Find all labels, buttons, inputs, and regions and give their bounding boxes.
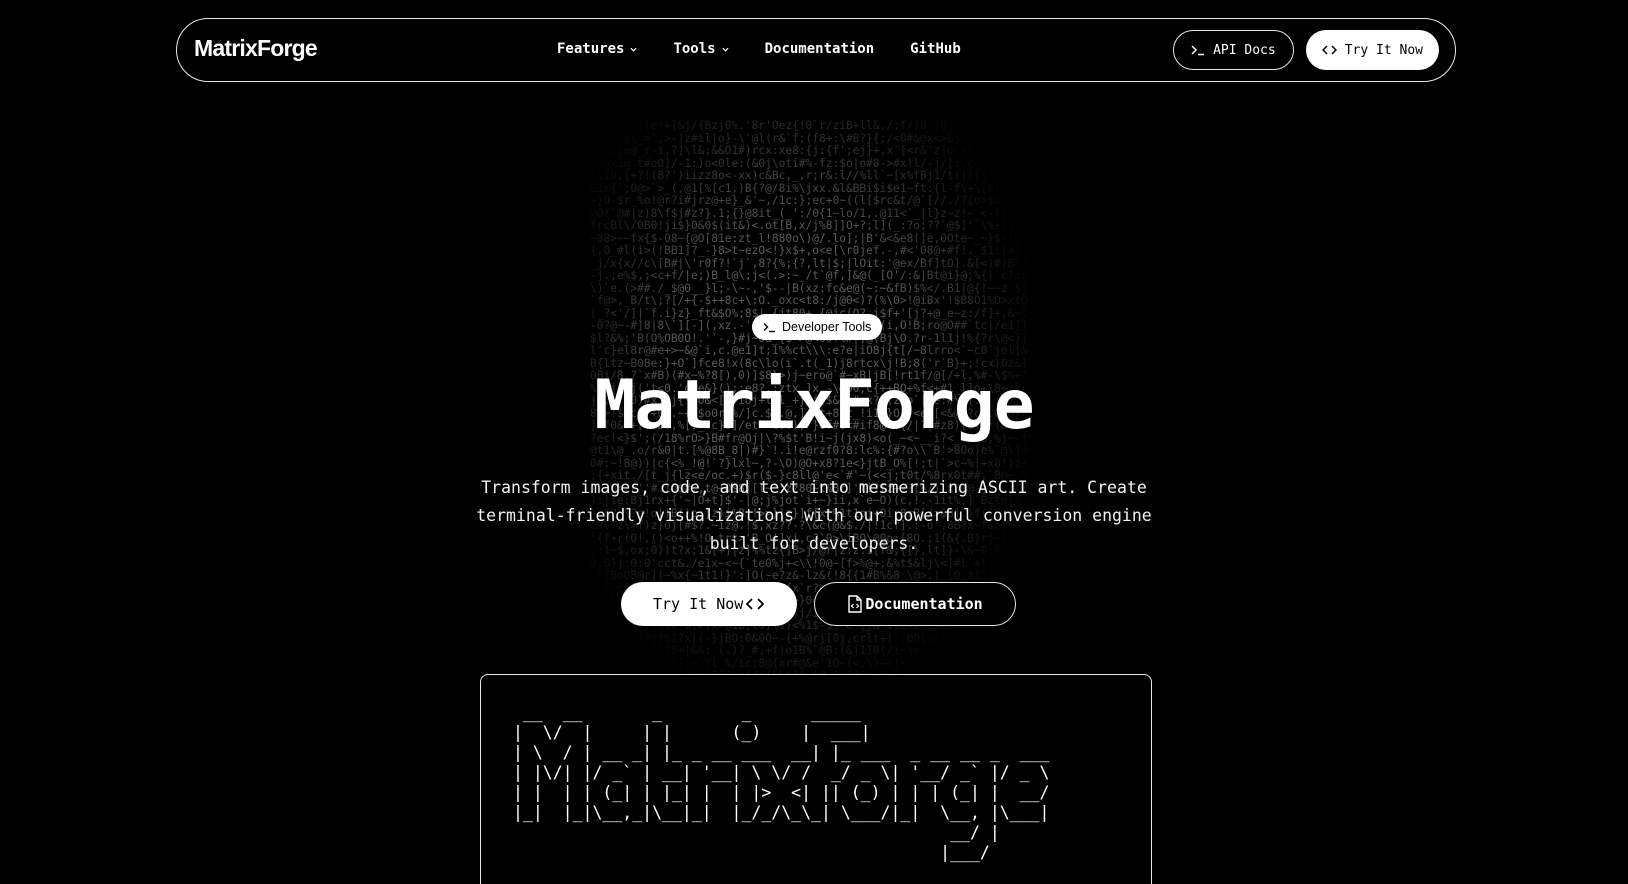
- nav-item-tools[interactable]: Tools: [673, 41, 729, 57]
- hero-cta-row: Try It Now Documentation: [621, 582, 1016, 626]
- documentation-button[interactable]: Documentation: [814, 582, 1016, 626]
- terminal-prompt-icon: [763, 322, 775, 332]
- chevron-down-icon: [630, 47, 637, 52]
- api-docs-button[interactable]: API Docs: [1173, 30, 1294, 70]
- hero-subtitle: Transform images, code, and text into me…: [476, 478, 1152, 553]
- ascii-preview-terminal: __ __ _ _ _____ | \/ | | | (_) | ___| | …: [480, 674, 1152, 884]
- badge-label: Developer Tools: [782, 320, 872, 334]
- logo[interactable]: MatrixForge: [194, 35, 318, 62]
- nav-item-github[interactable]: GitHub: [910, 41, 961, 57]
- try-it-now-label: Try It Now: [1344, 42, 1423, 58]
- navbar: MatrixForge Features Tools Documentation…: [176, 18, 1456, 82]
- nav-links: Features Tools Documentation GitHub: [557, 41, 997, 57]
- code-brackets-icon: [1321, 45, 1337, 55]
- try-it-now-button[interactable]: Try It Now: [621, 582, 798, 626]
- terminal-prompt-icon: [1191, 45, 1205, 56]
- nav-item-features[interactable]: Features: [557, 41, 637, 57]
- try-it-now-nav-button[interactable]: Try It Now: [1305, 30, 1439, 70]
- developer-tools-badge: Developer Tools: [752, 314, 883, 340]
- documentation-label: Documentation: [865, 595, 983, 613]
- nav-actions: API Docs Try It Now: [1173, 30, 1439, 70]
- api-docs-label: API Docs: [1213, 42, 1276, 58]
- code-brackets-icon: [746, 598, 765, 610]
- nav-item-documentation[interactable]: Documentation: [765, 41, 875, 57]
- nav-item-label: GitHub: [910, 41, 961, 57]
- nav-item-label: Documentation: [764, 41, 875, 57]
- ascii-logo-art: __ __ _ _ _____ | \/ | | | (_) | ___| | …: [513, 703, 1050, 862]
- nav-item-label: Tools: [673, 41, 716, 57]
- file-code-icon: [848, 595, 863, 613]
- chevron-down-icon: [722, 47, 729, 52]
- hero-title: MatrixForge: [594, 366, 1034, 445]
- try-it-now-label: Try It Now: [653, 595, 744, 613]
- nav-item-label: Features: [557, 41, 625, 57]
